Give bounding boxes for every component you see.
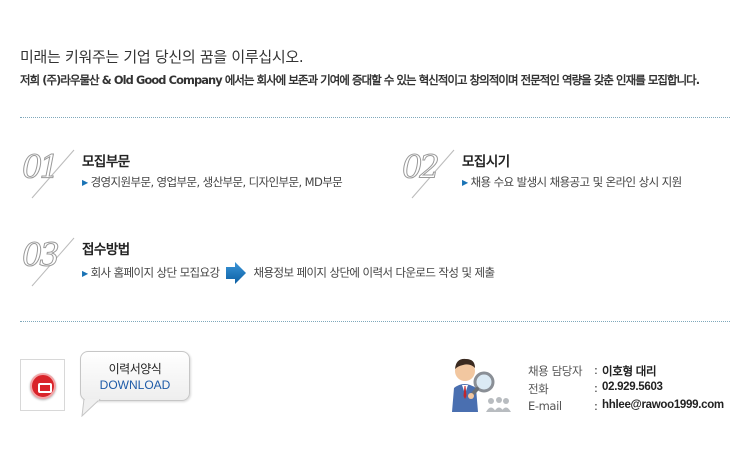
speech-bubble-tail-icon (81, 399, 101, 417)
step-desc-row: ▶ 회사 홈페이지 상단 모집요강 채용정보 페이지 상단에 이력서 다운로드 작… (82, 262, 496, 284)
step-description: 채용 수요 발생시 채용공고 및 온라인 상시 지원 (470, 175, 683, 189)
step-description-part2: 채용정보 페이지 상단에 이력서 다운로드 작성 및 제출 (253, 265, 496, 280)
contact-label: 채용 담당자 (528, 364, 583, 378)
contact-colon: : (594, 399, 598, 413)
pdf-icon[interactable] (20, 359, 65, 411)
step-application-method: 03 접수방법 ▶ 회사 홈페이지 상단 모집요강 채용정보 페이지 상단에 이력… (20, 236, 740, 296)
step-number-01: 01 (22, 148, 75, 199)
headline: 미래는 키워주는 기업 당신의 꿈을 이루십시오. (20, 48, 304, 66)
divider-top (20, 117, 730, 118)
step-description-part1: 회사 홈페이지 상단 모집요강 (90, 265, 221, 280)
bullet-arrow-icon: ▶ (82, 178, 88, 187)
bullet-arrow-icon: ▶ (462, 178, 468, 187)
resume-download-button[interactable]: 이력서양식 DOWNLOAD (80, 351, 190, 417)
contact-label: E-mail (528, 399, 562, 413)
contact-value: 02.929.5603 (602, 381, 663, 393)
search-person-icon (452, 358, 511, 412)
step-description: 경영지원부문, 영업부문, 생산부문, 디자인부문, MD부문 (90, 175, 343, 189)
step-title: 모집부문 (82, 154, 130, 170)
contact-colon: : (594, 381, 598, 395)
contact-email-link[interactable]: hhlee@rawoo1999.com (602, 399, 724, 411)
pdf-logo-icon (30, 373, 56, 399)
contact-label: 전화 (528, 382, 549, 396)
bullet-arrow-icon: ▶ (82, 268, 88, 278)
svg-text:03: 03 (22, 236, 58, 274)
contact-value: 이호형 대리 (602, 366, 657, 378)
svg-text:02: 02 (402, 148, 438, 186)
step-recruit-period: 02 모집시기 ▶ 채용 수요 발생시 채용공고 및 온라인 상시 지원 (400, 148, 740, 208)
step-title: 접수방법 (82, 242, 130, 258)
download-text: DOWNLOAD (99, 378, 171, 392)
step-recruit-field: 01 모집부문 ▶ 경영지원부문, 영업부문, 생산부문, 디자인부문, MD부문 (20, 148, 400, 208)
step-number-03: 03 (22, 236, 75, 287)
intro-description: 저희 (주)라우물산 & Old Good Company 에서는 회사에 보존… (20, 73, 700, 87)
contact-colon: : (594, 363, 598, 377)
blue-arrow-icon (225, 262, 246, 284)
divider-bottom (20, 321, 730, 322)
svg-text:01: 01 (22, 148, 57, 186)
step-number-02: 02 (402, 148, 455, 199)
step-desc-row: ▶ 경영지원부문, 영업부문, 생산부문, 디자인부문, MD부문 (82, 174, 343, 190)
step-title: 모집시기 (462, 154, 510, 170)
download-label: 이력서양식 (108, 362, 162, 376)
step-desc-row: ▶ 채용 수요 발생시 채용공고 및 온라인 상시 지원 (462, 174, 682, 190)
